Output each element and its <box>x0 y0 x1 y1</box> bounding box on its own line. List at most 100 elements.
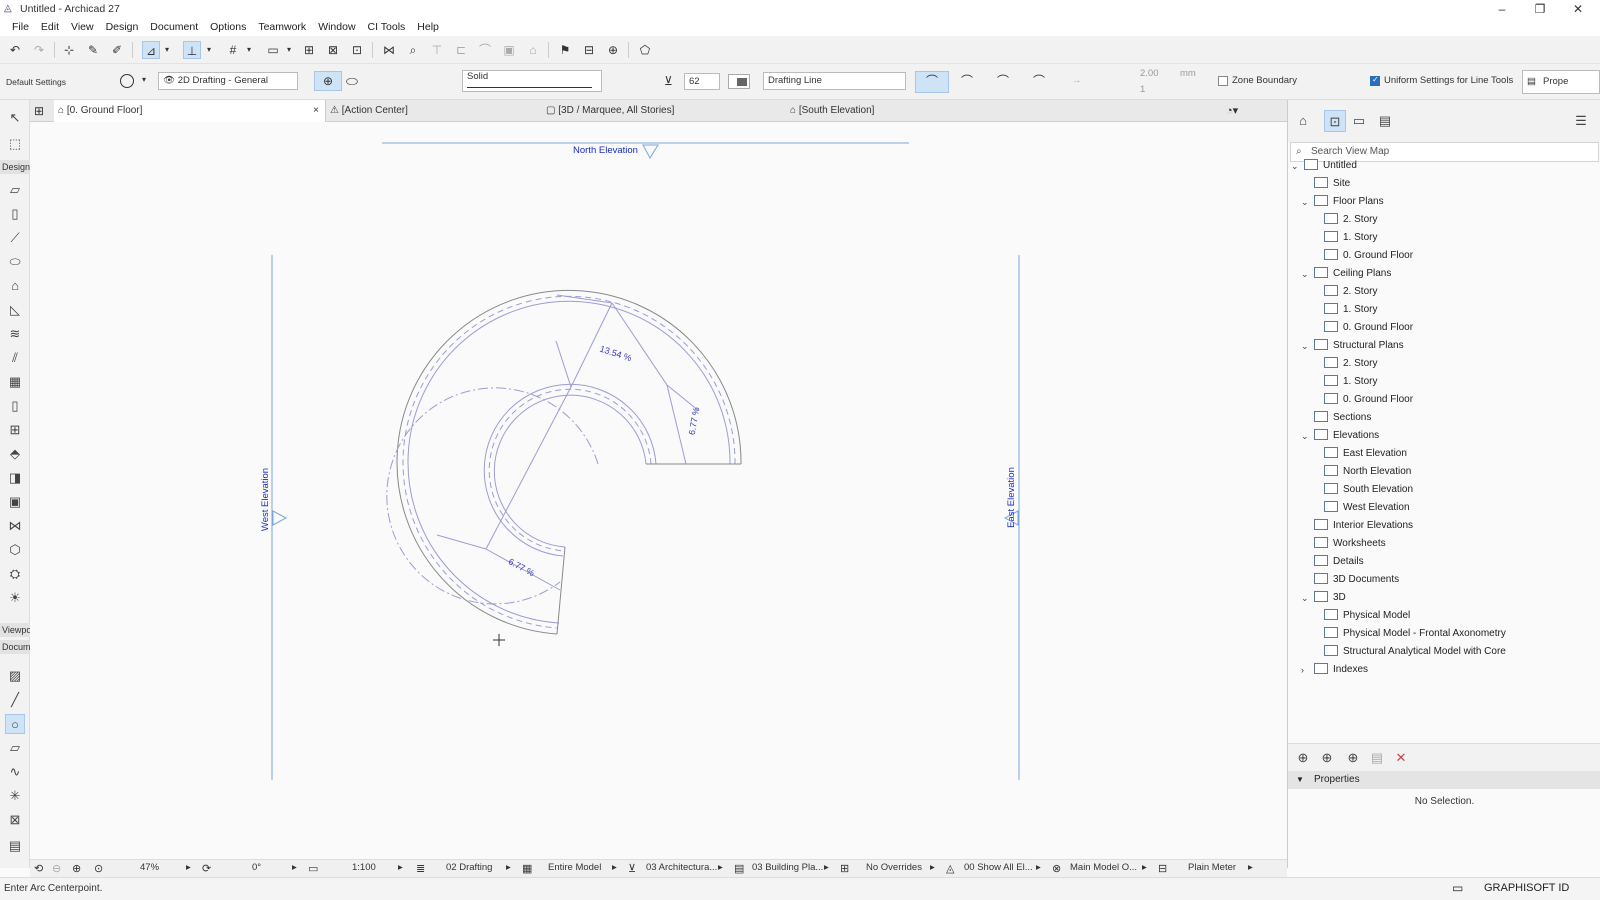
tree-item-details[interactable]: Details <box>1314 553 1364 571</box>
west-elevation-label[interactable]: West Elevation <box>260 468 271 531</box>
trace-icon[interactable]: ⊞ <box>300 41 318 59</box>
tab-overview-icon[interactable]: ⊞ <box>34 100 52 122</box>
spline-tool-icon[interactable]: ∿ <box>5 762 25 782</box>
east-elevation-label[interactable]: East Elevation <box>1006 467 1017 528</box>
object-tool-icon[interactable]: ◨ <box>5 468 25 488</box>
viewpoint-section[interactable]: Viewpoint <box>0 623 30 637</box>
tree-item-structural-2-story[interactable]: 2. Story <box>1324 355 1377 373</box>
pick-up-icon[interactable]: ✎ <box>84 41 102 59</box>
tab-south-elevation[interactable]: ⌂ [South Elevation] <box>790 100 1030 122</box>
tree-item-indexes[interactable]: › Indexes <box>1301 661 1368 679</box>
layers-icon[interactable]: ▭ <box>264 41 282 59</box>
arrow-tool-icon[interactable]: ↖ <box>5 108 25 128</box>
uniform-settings-checkbox[interactable] <box>1370 75 1380 86</box>
menu-help[interactable]: Help <box>411 18 445 36</box>
zone-boundary-checkbox[interactable] <box>1218 76 1228 86</box>
railing-tool-icon[interactable]: ⫽ <box>5 348 25 368</box>
drawing-canvas[interactable]: 13.54 % 6.77 % 6.77 % North Elevation We… <box>30 122 1287 859</box>
pen-number-input[interactable]: 62 <box>684 73 720 90</box>
chevron-right-icon[interactable]: ▸ <box>612 862 617 873</box>
overrides-value[interactable]: No Overrides <box>866 862 922 873</box>
tree-item-south-elevation[interactable]: South Elevation <box>1324 481 1413 499</box>
menu-document[interactable]: Document <box>144 18 204 36</box>
arrow-icon[interactable]: → <box>1072 75 1082 86</box>
graphisoft-id-button[interactable]: GRAPHISOFT ID <box>1484 882 1569 894</box>
tree-item-floor-plan-ground[interactable]: 0. Ground Floor <box>1324 247 1413 265</box>
tree-item-3d-documents[interactable]: 3D Documents <box>1314 571 1399 589</box>
chevron-right-icon[interactable]: ▸ <box>186 862 191 873</box>
opening-tool-icon[interactable]: ⛭ <box>5 564 25 584</box>
door-tool-icon[interactable]: ▯ <box>5 396 25 416</box>
menu-design[interactable]: Design <box>100 18 145 36</box>
offset-icon[interactable]: ▣ <box>500 41 518 59</box>
zoom-in-icon[interactable]: ⊕ <box>72 862 81 875</box>
stair-tool-icon[interactable]: ≋ <box>5 324 25 344</box>
model-view-value[interactable]: 03 Building Pla... <box>752 862 823 873</box>
rotate-icon[interactable]: ⟳ <box>202 862 211 875</box>
chevron-right-icon[interactable]: ▸ <box>1248 862 1253 873</box>
trim-icon[interactable]: ⊤ <box>428 41 446 59</box>
zoom-value[interactable]: 47% <box>140 862 159 873</box>
model-value[interactable]: Entire Model <box>548 862 601 873</box>
grid-icon[interactable]: # <box>224 41 242 59</box>
mesh-tool-icon[interactable]: ⋈ <box>5 516 25 536</box>
shell-tool-icon[interactable]: ◺ <box>5 300 25 320</box>
schedule-icon[interactable]: ⊟ <box>580 41 598 59</box>
polyline-tool-icon[interactable]: ▱ <box>5 738 25 758</box>
angle-value[interactable]: 0° <box>252 862 261 873</box>
marquee-tool-icon[interactable]: ⬚ <box>5 134 25 154</box>
fit-in-window-icon[interactable]: ⊙ <box>94 862 103 875</box>
tree-item-floor-plan-2-story[interactable]: 2. Story <box>1324 211 1377 229</box>
roof-tool-icon[interactable]: ⌂ <box>5 276 25 296</box>
tree-item-interior-elevations[interactable]: Interior Elevations <box>1314 517 1413 535</box>
tree-item-north-elevation[interactable]: North Elevation <box>1324 463 1411 481</box>
tree-item-site[interactable]: Site <box>1314 175 1350 193</box>
tree-item-ceiling-ground[interactable]: 0. Ground Floor <box>1324 319 1413 337</box>
tree-item-floor-plan-1-story[interactable]: 1. Story <box>1324 229 1377 247</box>
line-tool-icon[interactable]: ╱ <box>5 690 25 710</box>
slab-tool-icon[interactable]: ⬭ <box>5 252 25 272</box>
tab-3d-marquee[interactable]: ▢ [3D / Marquee, All Stories] <box>546 100 786 122</box>
undo-icon[interactable]: ↶ <box>6 41 24 59</box>
tree-item-floor-plans[interactable]: ⌄ Floor Plans <box>1301 193 1384 211</box>
chevron-down-icon[interactable]: ▾ <box>142 75 146 84</box>
layer-combination-icon[interactable]: ≣ <box>416 862 425 875</box>
category-select[interactable]: Drafting Line <box>763 72 906 90</box>
tree-item-physical-model[interactable]: Physical Model <box>1324 607 1410 625</box>
properties-header[interactable]: ▼ Properties <box>1288 771 1600 789</box>
view-map-icon[interactable]: ⊡ <box>1324 110 1346 132</box>
fit-icon[interactable]: ⊠ <box>324 41 342 59</box>
tree-item-sections[interactable]: Sections <box>1314 409 1371 427</box>
arc-geometry-button[interactable]: ⊕ <box>314 71 342 91</box>
chevron-down-icon[interactable]: ▾ <box>204 41 214 59</box>
structure-value[interactable]: Main Model O... <box>1070 862 1137 873</box>
tree-item-worksheets[interactable]: Worksheets <box>1314 535 1386 553</box>
menu-file[interactable]: File <box>6 18 35 36</box>
figure-tool-icon[interactable]: ⊠ <box>5 810 25 830</box>
intersect-icon[interactable]: ⊏ <box>452 41 470 59</box>
menu-view[interactable]: View <box>65 18 100 36</box>
snap-icon[interactable]: ⊥ <box>183 41 201 59</box>
layout-book-icon[interactable]: ▭ <box>1348 110 1370 132</box>
lamp-tool-icon[interactable]: ☀ <box>5 588 25 608</box>
pen-color-swatch[interactable] <box>728 74 750 89</box>
arc-center-radius-button[interactable]: ⌒ <box>915 71 949 93</box>
project-map-icon[interactable]: ⌂ <box>1292 110 1314 132</box>
messages-icon[interactable]: ▭ <box>1452 881 1463 895</box>
zoom-forward-icon[interactable]: ⊖ <box>52 862 61 875</box>
tree-item-untitled[interactable]: ⌄ Untitled <box>1291 157 1357 175</box>
fill-tool-icon[interactable]: ▨ <box>5 666 25 686</box>
bimx-icon[interactable]: ⬠ <box>636 41 654 59</box>
structure-display-icon[interactable]: ▦ <box>522 862 532 875</box>
chevron-right-icon[interactable]: ▸ <box>718 862 723 873</box>
marquee-icon[interactable]: ⊡ <box>348 41 366 59</box>
publisher-icon[interactable]: ▤ <box>1374 110 1396 132</box>
drawing-tool-icon[interactable]: ▤ <box>5 836 25 856</box>
tree-item-ceiling-2-story[interactable]: 2. Story <box>1324 283 1377 301</box>
document-section[interactable]: Document <box>0 640 30 654</box>
flag-icon[interactable]: ⚑ <box>556 41 574 59</box>
close-button[interactable]: ✕ <box>1559 0 1597 18</box>
default-settings-label[interactable]: Default Settings <box>6 77 66 87</box>
properties-button[interactable]: ▤ Prope <box>1522 70 1600 94</box>
tree-item-east-elevation[interactable]: East Elevation <box>1324 445 1407 463</box>
